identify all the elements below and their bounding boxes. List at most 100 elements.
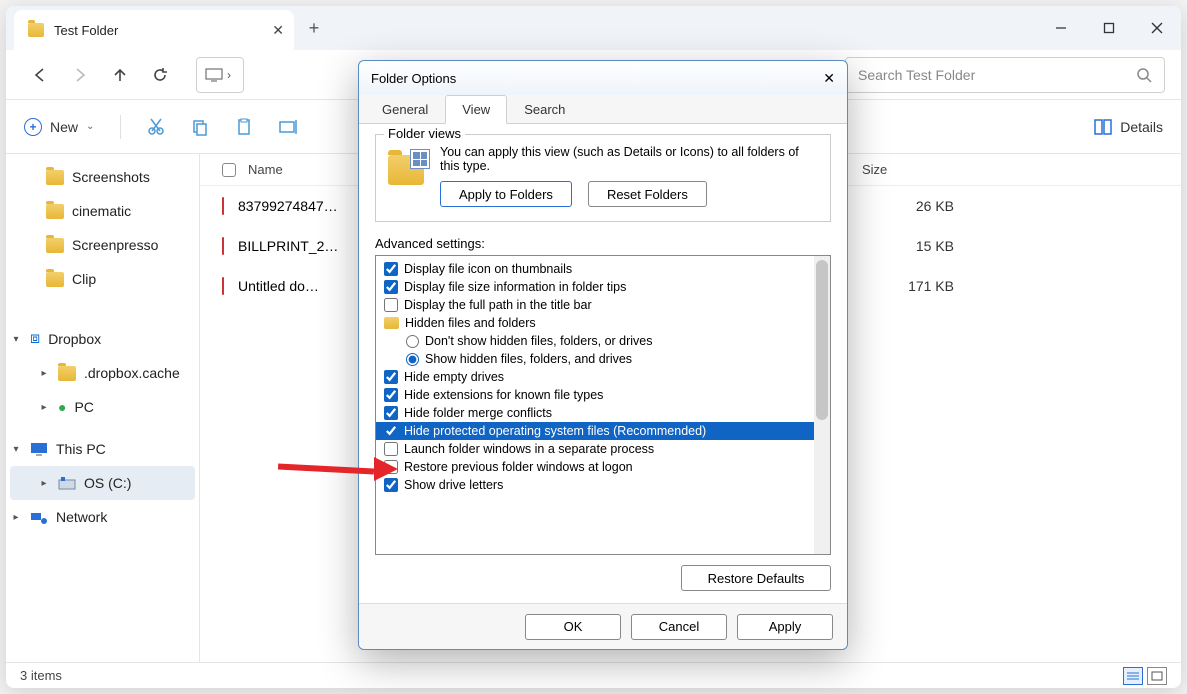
dialog-tabs: General View Search (359, 95, 847, 124)
chevron-down-icon[interactable]: ▾ (10, 444, 22, 455)
new-button[interactable]: + New ⌄ (24, 118, 94, 136)
cut-button[interactable] (147, 118, 165, 136)
advanced-settings-label: Advanced settings: (375, 236, 831, 251)
maximize-button[interactable] (1085, 6, 1133, 50)
setting-label: Display file size information in folder … (404, 280, 626, 294)
title-bar: Test Folder ✕ + (6, 6, 1181, 50)
details-view-button[interactable] (1123, 667, 1143, 685)
advanced-settings-list[interactable]: Display file icon on thumbnails Display f… (375, 255, 831, 555)
checkbox[interactable] (384, 298, 398, 312)
chevron-down-icon[interactable]: ▾ (10, 334, 22, 345)
tab-search[interactable]: Search (507, 95, 582, 123)
paste-button[interactable] (235, 118, 253, 136)
pdf-icon (222, 238, 224, 254)
chevron-right-icon[interactable]: ▸ (38, 478, 50, 489)
setting-label: Hide protected operating system files (R… (404, 424, 706, 438)
folder-views-text: You can apply this view (such as Details… (440, 145, 818, 173)
annotation-arrow (278, 460, 398, 480)
sidebar-item-this-pc[interactable]: ▾This PC (6, 432, 199, 466)
chevron-right-icon[interactable]: ▸ (10, 512, 22, 523)
dialog-title-bar: Folder Options ✕ (359, 61, 847, 95)
sidebar-item[interactable]: Screenpresso (6, 228, 199, 262)
pc-icon (30, 442, 48, 456)
setting-label: Show drive letters (404, 478, 503, 492)
setting-label: Hide extensions for known file types (404, 388, 603, 402)
radio[interactable] (406, 353, 419, 366)
search-icon (1136, 67, 1152, 83)
close-button[interactable] (1133, 6, 1181, 50)
new-tab-button[interactable]: + (294, 6, 334, 50)
sidebar-item-dropbox[interactable]: ▾⧈Dropbox (6, 322, 199, 356)
advanced-setting-item[interactable]: Display the full path in the title bar (376, 296, 830, 314)
checkbox[interactable] (384, 262, 398, 276)
column-name[interactable]: Name (248, 162, 283, 177)
icons-view-button[interactable] (1147, 667, 1167, 685)
advanced-setting-item[interactable]: Hidden files and folders (376, 314, 830, 332)
dialog-close-button[interactable]: ✕ (823, 70, 835, 87)
radio[interactable] (406, 335, 419, 348)
advanced-setting-item[interactable]: Launch folder windows in a separate proc… (376, 440, 830, 458)
sidebar-item[interactable]: Clip (6, 262, 199, 296)
sidebar-item-os-c[interactable]: ▸OS (C:) (10, 466, 195, 500)
apply-button[interactable]: Apply (737, 614, 833, 640)
checkbox[interactable] (384, 406, 398, 420)
advanced-setting-item[interactable]: Show hidden files, folders, and drives (376, 350, 830, 368)
sidebar-item[interactable]: ▸●PC (6, 390, 199, 424)
chevron-right-icon[interactable]: ▸ (38, 368, 50, 379)
cancel-button[interactable]: Cancel (631, 614, 727, 640)
scrollbar-thumb[interactable] (816, 260, 828, 420)
scrollbar[interactable] (814, 256, 830, 554)
apply-to-folders-button[interactable]: Apply to Folders (440, 181, 572, 207)
advanced-setting-item[interactable]: Hide folder merge conflicts (376, 404, 830, 422)
minimize-button[interactable] (1037, 6, 1085, 50)
restore-defaults-button[interactable]: Restore Defaults (681, 565, 831, 591)
checkbox[interactable] (384, 370, 398, 384)
checkbox[interactable] (384, 442, 398, 456)
copy-button[interactable] (191, 118, 209, 136)
sidebar-item[interactable]: ▸.dropbox.cache (6, 356, 199, 390)
window-controls (1037, 6, 1181, 50)
network-icon (30, 510, 48, 524)
close-icon[interactable]: ✕ (272, 22, 284, 39)
rename-button[interactable] (279, 118, 299, 136)
back-button[interactable] (22, 57, 58, 93)
checkbox[interactable] (384, 388, 398, 402)
sidebar: Screenshots cinematic Screenpresso Clip … (6, 154, 200, 662)
advanced-setting-item[interactable]: Display file size information in folder … (376, 278, 830, 296)
checkbox[interactable] (384, 280, 398, 294)
checkbox[interactable] (384, 424, 398, 438)
advanced-setting-item[interactable]: Don't show hidden files, folders, or dri… (376, 332, 830, 350)
tab-test-folder[interactable]: Test Folder ✕ (14, 10, 294, 50)
advanced-setting-item[interactable]: Hide extensions for known file types (376, 386, 830, 404)
refresh-button[interactable] (142, 57, 178, 93)
select-all-checkbox[interactable] (222, 163, 236, 177)
details-button[interactable]: Details (1094, 119, 1163, 135)
chevron-right-icon[interactable]: › (223, 68, 235, 82)
reset-folders-button[interactable]: Reset Folders (588, 181, 707, 207)
file-size: 26 KB (852, 198, 972, 214)
item-count: 3 items (20, 668, 62, 683)
advanced-setting-item[interactable]: Hide empty drives (376, 368, 830, 386)
drive-icon (58, 476, 76, 490)
sidebar-item[interactable]: Screenshots (6, 160, 199, 194)
advanced-setting-item[interactable]: Show drive letters (376, 476, 830, 494)
advanced-setting-item[interactable]: Display file icon on thumbnails (376, 260, 830, 278)
address-bar[interactable]: › (196, 57, 244, 93)
chevron-right-icon[interactable]: ▸ (38, 402, 50, 413)
forward-button[interactable] (62, 57, 98, 93)
setting-label: Hide empty drives (404, 370, 504, 384)
folder-options-dialog: Folder Options ✕ General View Search Fol… (358, 60, 848, 650)
search-input[interactable]: Search Test Folder (845, 57, 1165, 93)
column-size[interactable]: Size (862, 162, 982, 177)
advanced-setting-item[interactable]: Hide protected operating system files (R… (376, 422, 830, 440)
tab-general[interactable]: General (365, 95, 445, 123)
ok-button[interactable]: OK (525, 614, 621, 640)
advanced-setting-item[interactable]: Restore previous folder windows at logon (376, 458, 830, 476)
up-button[interactable] (102, 57, 138, 93)
sidebar-item[interactable]: cinematic (6, 194, 199, 228)
tab-view[interactable]: View (445, 95, 507, 124)
dialog-body: Folder views You can apply this view (su… (359, 124, 847, 603)
setting-label: Restore previous folder windows at logon (404, 460, 633, 474)
sidebar-item-network[interactable]: ▸Network (6, 500, 199, 534)
tab-title: Test Folder (54, 23, 118, 38)
